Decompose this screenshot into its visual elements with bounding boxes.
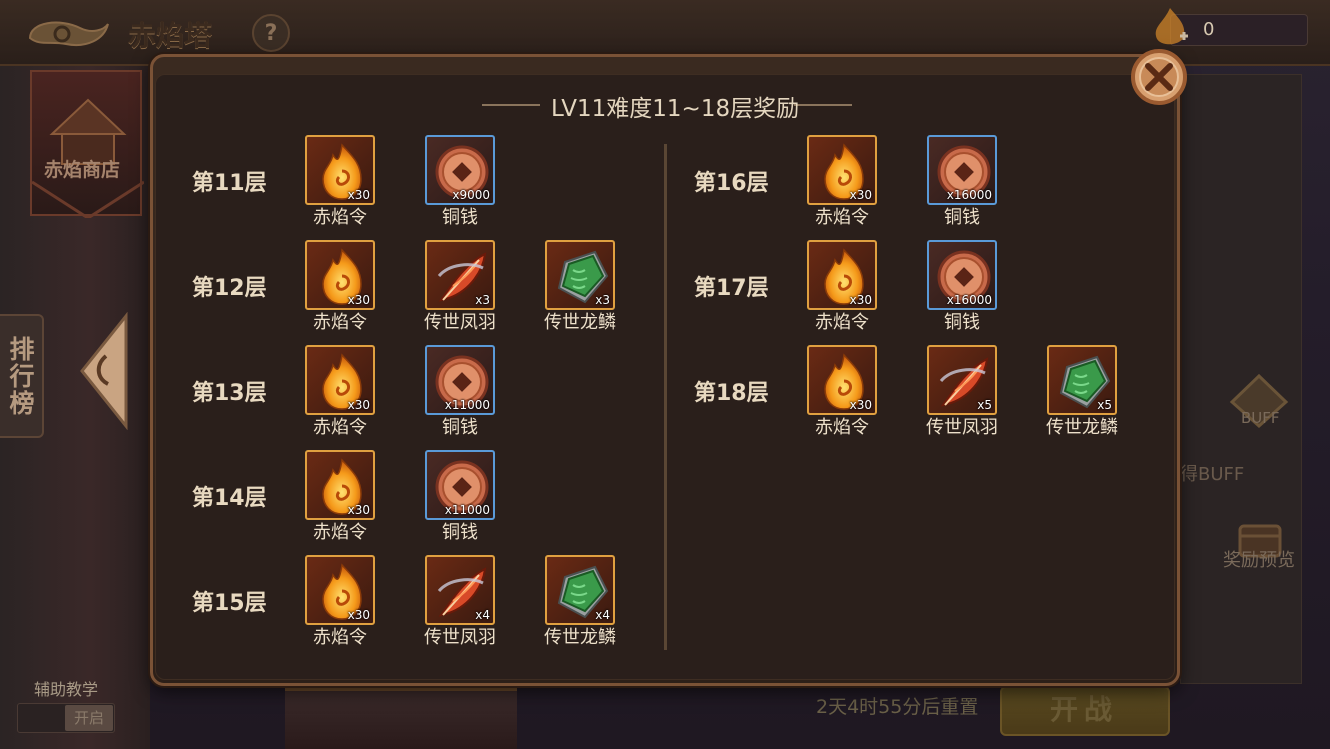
- buff-label: BUFF: [1241, 409, 1280, 427]
- item-name: 传世龙鳞: [1046, 417, 1118, 438]
- reward-item-slot[interactable]: x4: [425, 555, 495, 625]
- item-count: x5: [1097, 398, 1112, 412]
- modal-title: LV11难度11~18层奖励: [551, 96, 800, 122]
- item-name: 赤焰令: [815, 312, 869, 333]
- floor-label: 第15层: [192, 591, 267, 616]
- reward-item-slot[interactable]: x30: [807, 240, 877, 310]
- item-count: x30: [849, 293, 872, 307]
- item-count: x11000: [444, 503, 490, 517]
- item-name: 赤焰令: [313, 627, 367, 648]
- reward-item-slot[interactable]: x30: [305, 345, 375, 415]
- floor-label: 第16层: [694, 171, 769, 196]
- currency-value: 0: [1203, 19, 1215, 40]
- reward-item-slot[interactable]: x16000: [927, 240, 997, 310]
- item-count: x11000: [444, 398, 490, 412]
- reward-item-slot[interactable]: x30: [305, 240, 375, 310]
- reward-item-slot[interactable]: x5: [1047, 345, 1117, 415]
- floor-label: 第11层: [192, 171, 267, 196]
- item-name: 铜钱: [944, 207, 980, 228]
- collapse-arrow-icon[interactable]: [78, 311, 128, 431]
- shop-button[interactable]: [30, 70, 145, 220]
- item-name: 传世凤羽: [926, 417, 998, 438]
- title-ornament-left: [482, 104, 540, 106]
- reward-item-slot[interactable]: x9000: [425, 135, 495, 205]
- item-count: x30: [347, 608, 370, 622]
- reward-item-slot[interactable]: x30: [305, 555, 375, 625]
- item-count: x3: [475, 293, 490, 307]
- item-name: 传世凤羽: [424, 627, 496, 648]
- reward-item-slot[interactable]: x3: [545, 240, 615, 310]
- item-count: x30: [347, 293, 370, 307]
- item-name: 赤焰令: [313, 207, 367, 228]
- item-name: 铜钱: [442, 522, 478, 543]
- reward-item-slot[interactable]: x4: [545, 555, 615, 625]
- floor-label: 第13层: [192, 381, 267, 406]
- item-count: x5: [977, 398, 992, 412]
- buff-text: 得BUFF: [1180, 464, 1245, 485]
- reward-item-slot[interactable]: x30: [305, 135, 375, 205]
- reward-item-slot[interactable]: x16000: [927, 135, 997, 205]
- close-icon[interactable]: [1128, 48, 1190, 106]
- help-icon[interactable]: ?: [252, 14, 290, 52]
- page-title: 赤焰塔: [128, 19, 213, 52]
- item-name: 赤焰令: [313, 417, 367, 438]
- item-name: 赤焰令: [313, 312, 367, 333]
- item-count: x30: [849, 188, 872, 202]
- reward-item-slot[interactable]: x11000: [425, 450, 495, 520]
- tutorial-toggle-knob[interactable]: 开启: [65, 705, 113, 731]
- item-count: x30: [347, 188, 370, 202]
- item-count: x30: [347, 398, 370, 412]
- reward-item-slot[interactable]: x30: [807, 345, 877, 415]
- tutorial-label: 辅助教学: [34, 680, 99, 699]
- item-count: x4: [475, 608, 490, 622]
- column-divider: [664, 144, 667, 650]
- reward-item-slot[interactable]: x30: [305, 450, 375, 520]
- item-count: x16000: [946, 293, 992, 307]
- currency-bar: 0: [1170, 14, 1308, 46]
- ranking-label: 排行榜: [9, 335, 35, 418]
- item-name: 传世凤羽: [424, 312, 496, 333]
- floor-label: 第18层: [694, 381, 769, 406]
- floor-label: 第12层: [192, 276, 267, 301]
- item-name: 赤焰令: [313, 522, 367, 543]
- title-ornament-right: [794, 104, 852, 106]
- item-count: x16000: [946, 188, 992, 202]
- reset-timer-text: 2天4时55分后重置: [816, 696, 979, 718]
- item-name: 传世龙鳞: [544, 312, 616, 333]
- item-count: x3: [595, 293, 610, 307]
- floor-label: 第17层: [694, 276, 769, 301]
- item-name: 传世龙鳞: [544, 627, 616, 648]
- flame-currency-icon[interactable]: [1150, 6, 1190, 50]
- item-name: 铜钱: [442, 207, 478, 228]
- start-battle-label: 开战: [1050, 693, 1119, 726]
- reward-item-slot[interactable]: x5: [927, 345, 997, 415]
- item-count: x30: [347, 503, 370, 517]
- tower-gate-decoration: [285, 688, 517, 749]
- item-count: x30: [849, 398, 872, 412]
- reward-preview-label: 奖励预览: [1223, 550, 1295, 571]
- item-name: 铜钱: [944, 312, 980, 333]
- shop-label: 赤焰商店: [44, 159, 121, 181]
- reward-item-slot[interactable]: x11000: [425, 345, 495, 415]
- back-button[interactable]: [20, 10, 110, 56]
- floor-label: 第14层: [192, 486, 267, 511]
- item-count: x9000: [452, 188, 490, 202]
- item-name: 赤焰令: [815, 207, 869, 228]
- reward-item-slot[interactable]: x3: [425, 240, 495, 310]
- item-count: x4: [595, 608, 610, 622]
- reward-item-slot[interactable]: x30: [807, 135, 877, 205]
- item-name: 赤焰令: [815, 417, 869, 438]
- item-name: 铜钱: [442, 417, 478, 438]
